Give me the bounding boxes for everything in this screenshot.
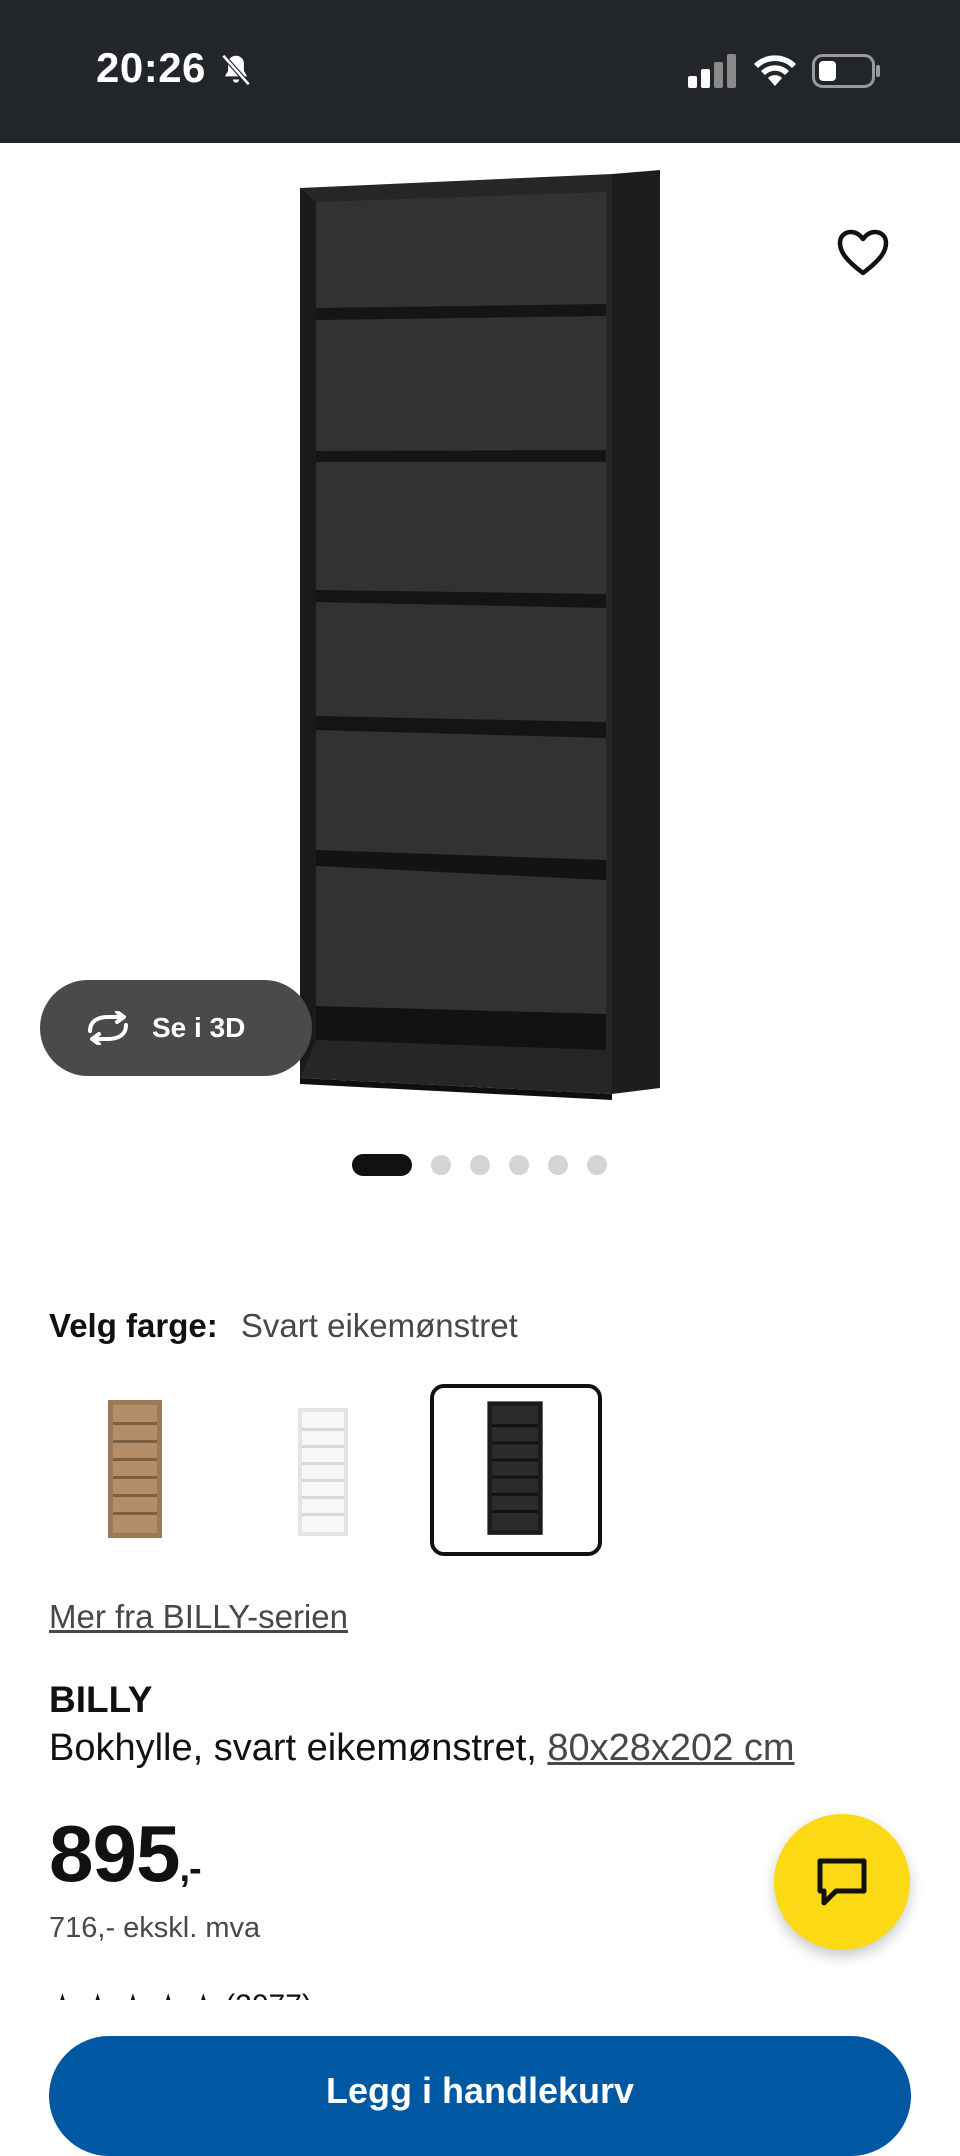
product-price: 895,- xyxy=(49,1808,202,1900)
add-to-cart-button[interactable]: Legg i handlekurv xyxy=(49,2036,911,2156)
product-description-text: Bokhylle, svart eikemønstret, xyxy=(49,1727,537,1769)
pagination-dot-active[interactable] xyxy=(352,1154,412,1176)
white-bookcase-thumbnail xyxy=(298,1408,348,1536)
series-link[interactable]: Mer fra BILLY-serien xyxy=(49,1598,348,1636)
color-swatch-black-oak[interactable] xyxy=(430,1384,602,1556)
pagination-dot[interactable] xyxy=(548,1155,568,1175)
image-pagination xyxy=(352,1154,607,1176)
bell-muted-icon xyxy=(221,54,251,86)
color-picker-heading: Velg farge: Svart eikemønstret xyxy=(49,1307,518,1345)
price-ex-vat: 716,- ekskl. mva xyxy=(49,1912,261,1944)
product-dimensions-link[interactable]: 80x28x202 cm xyxy=(547,1727,794,1769)
status-bar: 20:26 xyxy=(0,0,960,143)
chat-button[interactable] xyxy=(774,1814,910,1950)
rotate-3d-icon xyxy=(88,1011,128,1045)
pagination-dot[interactable] xyxy=(431,1155,451,1175)
color-swatch-brown-oak[interactable] xyxy=(68,1384,240,1556)
price-suffix: ,- xyxy=(179,1848,201,1890)
pagination-dot[interactable] xyxy=(470,1155,490,1175)
battery-icon xyxy=(812,54,880,88)
view-3d-button[interactable]: Se i 3D xyxy=(40,980,312,1076)
black-bookcase-thumbnail xyxy=(487,1401,543,1535)
heart-icon[interactable] xyxy=(836,228,890,278)
color-picker-label: Velg farge: xyxy=(49,1307,218,1344)
product-description: Bokhylle, svart eikemønstret, 80x28x202 … xyxy=(49,1727,795,1770)
color-selected-value: Svart eikemønstret xyxy=(240,1307,518,1344)
chat-icon xyxy=(817,1858,867,1906)
view-3d-label: Se i 3D xyxy=(152,1012,246,1043)
rating-stars: ★ ★ ★ ★ ★ (2077) xyxy=(49,1988,312,2000)
product-name: BILLY xyxy=(49,1679,153,1720)
pagination-dot[interactable] xyxy=(587,1155,607,1175)
status-time: 20:26 xyxy=(96,44,206,91)
wifi-icon xyxy=(754,55,796,86)
brown-bookcase-thumbnail xyxy=(108,1400,162,1538)
price-value: 895 xyxy=(49,1809,180,1898)
product-image xyxy=(300,170,660,1100)
pagination-dot[interactable] xyxy=(509,1155,529,1175)
color-swatch-white[interactable] xyxy=(240,1384,412,1556)
rating-row[interactable]: ★ ★ ★ ★ ★ (2077) xyxy=(49,1988,449,2000)
signal-icon xyxy=(688,54,736,88)
